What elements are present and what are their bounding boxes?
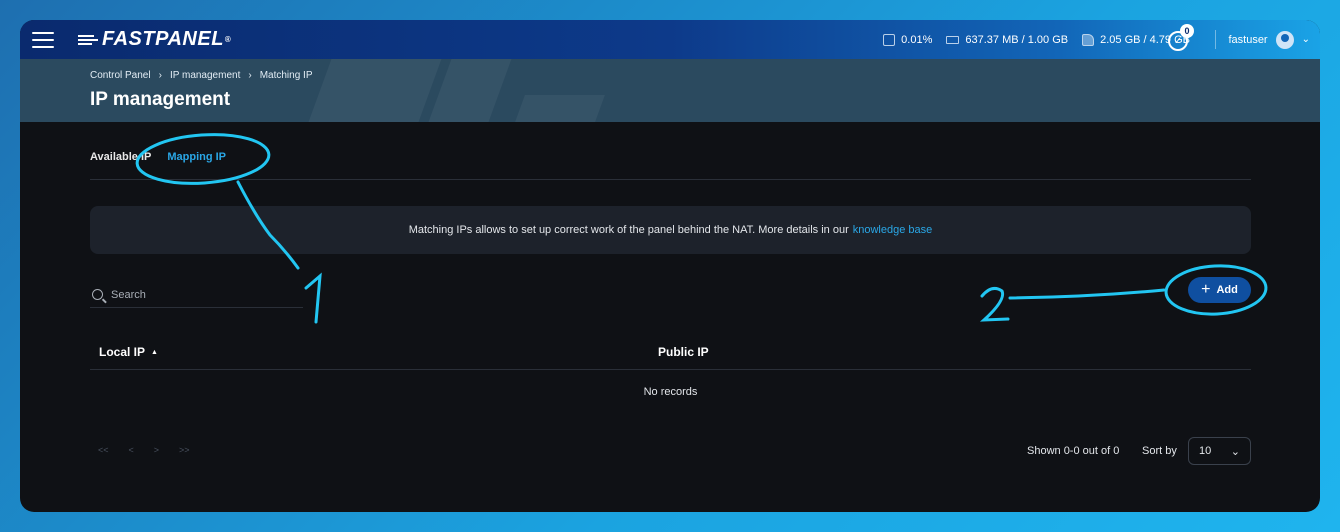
tab-available-ip[interactable]: Available IP (90, 149, 151, 179)
plus-icon: + (1201, 281, 1211, 298)
notifications-button[interactable]: ✓ 0 (1168, 24, 1194, 51)
logo[interactable]: FASTPANEL ® (78, 28, 231, 51)
resource-stats: 0.01% 637.37 MB / 1.00 GB 2.05 GB / 4.79… (883, 33, 1190, 46)
breadcrumb-matching-ip: Matching IP (259, 70, 313, 81)
avatar (1275, 30, 1294, 49)
user-menu[interactable]: fastuser ⌄ (1228, 30, 1310, 49)
tab-mapping-ip[interactable]: Mapping IP (167, 149, 226, 179)
records-count: Shown 0-0 out of 0 (1027, 445, 1120, 457)
brand-name: FASTPANEL (102, 28, 224, 50)
prev-page-button[interactable]: < (129, 445, 134, 455)
add-button-label: Add (1216, 284, 1238, 296)
search-icon (92, 289, 103, 300)
page-title: IP management (90, 89, 231, 110)
column-local-ip-label: Local IP (99, 345, 146, 359)
breadcrumb-control-panel[interactable]: Control Panel (90, 70, 151, 81)
last-page-button[interactable]: >> (179, 445, 190, 455)
column-local-ip[interactable]: Local IP ▲ (99, 345, 158, 359)
top-bar: FASTPANEL ® 0.01% 637.37 MB / 1.00 GB 2.0… (20, 20, 1320, 59)
breadcrumb-separator: › (248, 70, 252, 81)
pagination: << < > >> (98, 445, 190, 455)
table-header: Local IP ▲ Public IP (90, 335, 1251, 370)
next-page-button[interactable]: > (154, 445, 159, 455)
page-size-value: 10 (1199, 445, 1212, 457)
knowledge-base-link[interactable]: knowledge base (853, 224, 933, 236)
tab-bar: Available IP Mapping IP (90, 149, 1251, 180)
search-placeholder: Search (111, 288, 146, 301)
breadcrumb: Control Panel › IP management › Matching… (90, 70, 313, 81)
breadcrumb-separator: › (158, 70, 162, 81)
column-public-ip[interactable]: Public IP (658, 345, 709, 359)
info-text: Matching IPs allows to set up correct wo… (408, 224, 849, 236)
empty-state: No records (643, 386, 698, 398)
breadcrumb-ip-management[interactable]: IP management (170, 70, 240, 81)
page-size-select[interactable]: 10 ⌄ (1188, 437, 1251, 465)
disk-icon (1082, 33, 1095, 46)
sort-asc-icon: ▲ (151, 348, 158, 356)
menu-icon[interactable] (32, 31, 54, 48)
info-banner: Matching IPs allows to set up correct wo… (90, 206, 1251, 254)
app-window: FASTPANEL ® 0.01% 637.37 MB / 1.00 GB 2.0… (20, 20, 1320, 512)
ram-icon (946, 35, 960, 44)
chevron-down-icon: ⌄ (1230, 445, 1240, 458)
logo-mark-icon (78, 34, 98, 45)
cpu-usage: 0.01% (901, 33, 933, 46)
sort-by-label: Sort by (1142, 445, 1177, 457)
ram-usage: 637.37 MB / 1.00 GB (965, 33, 1069, 46)
add-button[interactable]: + Add (1188, 277, 1251, 303)
first-page-button[interactable]: << (98, 445, 109, 455)
chevron-down-icon: ⌄ (1301, 34, 1310, 45)
search-field[interactable]: Search (90, 282, 303, 308)
cpu-icon (883, 33, 896, 46)
notification-badge: 0 (1180, 24, 1194, 38)
page-header: Control Panel › IP management › Matching… (20, 59, 1320, 122)
username: fastuser (1228, 33, 1268, 46)
registered-mark: ® (224, 35, 232, 44)
topbar-divider (1215, 30, 1216, 49)
